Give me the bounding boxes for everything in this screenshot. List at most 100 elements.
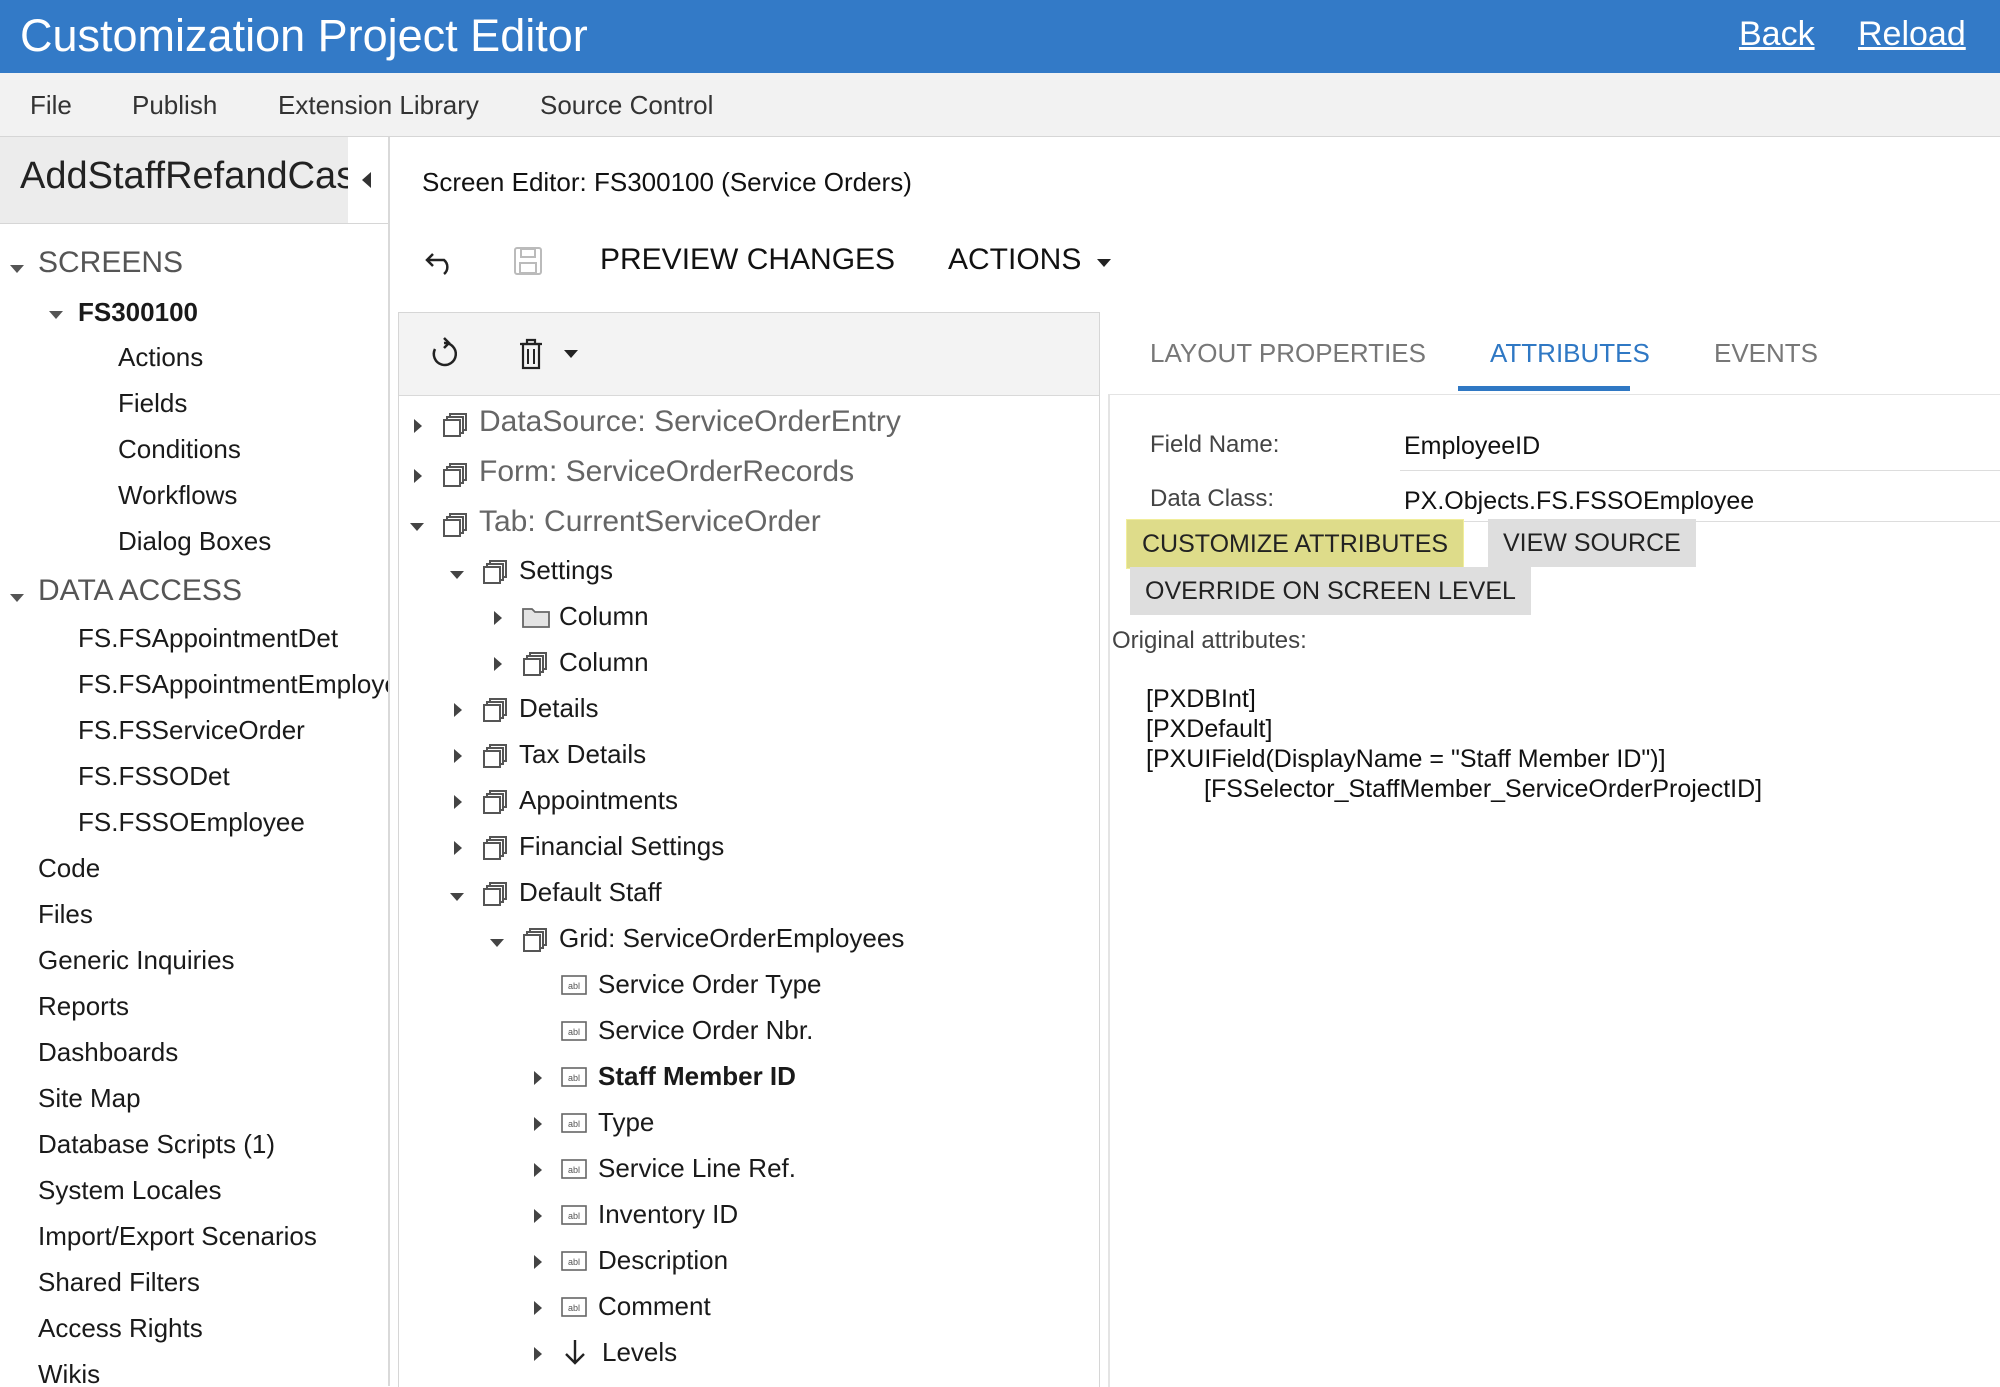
tree-field-service-order-type[interactable]: Service Order Type	[598, 969, 822, 1000]
tab-events[interactable]: EVENTS	[1714, 338, 1818, 369]
expand-arrow-icon[interactable]	[454, 841, 462, 855]
screen-child-actions[interactable]: Actions	[118, 342, 203, 373]
tab-attributes[interactable]: ATTRIBUTES	[1490, 338, 1650, 369]
data-class-value: PX.Objects.FS.FSSOEmployee	[1404, 487, 1755, 515]
nav-item-site-map[interactable]: Site Map	[38, 1083, 141, 1114]
collapse-arrow-icon[interactable]	[490, 939, 504, 947]
save-icon[interactable]	[512, 245, 544, 277]
expand-arrow-icon[interactable]	[534, 1163, 542, 1177]
nav-item-system-locales[interactable]: System Locales	[38, 1175, 222, 1206]
nav-item-files[interactable]: Files	[38, 899, 93, 930]
screen-child-conditions[interactable]: Conditions	[118, 434, 241, 465]
data-access-item[interactable]: FS.FSSODet	[78, 761, 230, 792]
expand-arrow-icon[interactable]	[494, 611, 502, 625]
menu-extension-library[interactable]: Extension Library	[278, 90, 479, 121]
screen-child-dialog-boxes[interactable]: Dialog Boxes	[118, 526, 271, 557]
tree-field-comment[interactable]: Comment	[598, 1291, 711, 1322]
tree-field-inventory-id[interactable]: Inventory ID	[598, 1199, 738, 1230]
actions-button[interactable]: ACTIONS	[948, 243, 1081, 277]
customize-attributes-button[interactable]: CUSTOMIZE ATTRIBUTES	[1126, 519, 1465, 569]
tree-field-levels[interactable]: Levels	[602, 1337, 677, 1368]
expand-arrow-icon[interactable]	[454, 703, 462, 717]
tree-node-financial-settings[interactable]: Financial Settings	[519, 831, 724, 862]
expand-arrow-icon[interactable]	[534, 1347, 542, 1361]
nav-item-generic-inquiries[interactable]: Generic Inquiries	[38, 945, 235, 976]
tree-node-grid[interactable]: Grid: ServiceOrderEmployees	[559, 923, 904, 954]
undo-icon[interactable]	[424, 246, 458, 276]
screen-child-fields[interactable]: Fields	[118, 388, 187, 419]
nav-item-reports[interactable]: Reports	[38, 991, 129, 1022]
node-stack-icon	[481, 696, 509, 724]
screen-child-workflows[interactable]: Workflows	[118, 480, 237, 511]
tree-node-column[interactable]: Column	[559, 647, 649, 678]
collapse-arrow-icon[interactable]	[450, 571, 464, 579]
nav-item-import-export-scenarios[interactable]: Import/Export Scenarios	[38, 1221, 317, 1252]
tree-node-tax-details[interactable]: Tax Details	[519, 739, 646, 770]
tree-node-datasource[interactable]: DataSource: ServiceOrderEntry	[479, 405, 901, 439]
view-source-button[interactable]: VIEW SOURCE	[1488, 519, 1696, 567]
nav-item-code[interactable]: Code	[38, 853, 100, 884]
expand-arrow-icon[interactable]	[534, 1255, 542, 1269]
collapse-arrow-icon[interactable]	[410, 523, 424, 531]
delete-dropdown-icon[interactable]	[564, 350, 578, 358]
tree-field-description[interactable]: Description	[598, 1245, 728, 1276]
actions-dropdown-icon[interactable]	[1097, 259, 1111, 267]
text-field-icon: abl	[561, 1067, 587, 1087]
expand-data-access-icon[interactable]	[10, 594, 24, 602]
tree-field-staff-member-id[interactable]: Staff Member ID	[598, 1061, 796, 1092]
menu-source-control[interactable]: Source Control	[540, 90, 713, 121]
expand-arrow-icon[interactable]	[534, 1117, 542, 1131]
screens-section[interactable]: SCREENS	[38, 246, 183, 280]
collapse-arrow-icon[interactable]	[450, 893, 464, 901]
tree-node-settings[interactable]: Settings	[519, 555, 613, 586]
svg-text:abl: abl	[568, 1073, 580, 1083]
nav-item-dashboards[interactable]: Dashboards	[38, 1037, 178, 1068]
data-access-item[interactable]: FS.FSAppointmentEmployee	[78, 669, 388, 700]
expand-arrow-icon[interactable]	[534, 1071, 542, 1085]
menu-publish[interactable]: Publish	[132, 90, 217, 121]
tree-node-form[interactable]: Form: ServiceOrderRecords	[479, 455, 854, 489]
expand-screens-icon[interactable]	[10, 265, 24, 273]
menu-file[interactable]: File	[30, 90, 72, 121]
reload-link[interactable]: Reload	[1858, 15, 1966, 54]
project-navigation-panel: AddStaffRefandCase SCREENS FS300100 Acti…	[0, 137, 390, 1386]
tree-node-appointments[interactable]: Appointments	[519, 785, 678, 816]
tree-field-service-order-nbr[interactable]: Service Order Nbr.	[598, 1015, 813, 1046]
nav-item-wikis[interactable]: Wikis	[38, 1359, 100, 1386]
data-access-item[interactable]: FS.FSServiceOrder	[78, 715, 305, 746]
tree-node-tab[interactable]: Tab: CurrentServiceOrder	[479, 505, 821, 539]
data-access-item[interactable]: FS.FSAppointmentDet	[78, 623, 338, 654]
override-on-screen-level-button[interactable]: OVERRIDE ON SCREEN LEVEL	[1130, 567, 1531, 615]
tree-field-service-line-ref[interactable]: Service Line Ref.	[598, 1153, 796, 1184]
collapse-panel-button[interactable]	[348, 137, 388, 223]
back-link[interactable]: Back	[1739, 15, 1815, 54]
expand-arrow-icon[interactable]	[414, 419, 422, 433]
refresh-icon[interactable]	[429, 337, 459, 371]
nav-item-access-rights[interactable]: Access Rights	[38, 1313, 203, 1344]
node-stack-icon	[441, 411, 469, 439]
tree-node-column[interactable]: Column	[559, 601, 649, 632]
tree-field-type[interactable]: Type	[598, 1107, 654, 1138]
nav-item-database-scripts[interactable]: Database Scripts (1)	[38, 1129, 275, 1160]
tree-node-details[interactable]: Details	[519, 693, 598, 724]
preview-changes-button[interactable]: PREVIEW CHANGES	[600, 243, 895, 277]
expand-arrow-icon[interactable]	[454, 795, 462, 809]
text-field-icon: abl	[561, 1113, 587, 1133]
data-access-section[interactable]: DATA ACCESS	[38, 574, 242, 608]
expand-arrow-icon[interactable]	[454, 749, 462, 763]
field-name-value: EmployeeID	[1404, 432, 1541, 460]
delete-icon[interactable]	[517, 337, 545, 371]
data-access-item[interactable]: FS.FSSOEmployee	[78, 807, 305, 838]
expand-arrow-icon[interactable]	[414, 469, 422, 483]
expand-arrow-icon[interactable]	[534, 1209, 542, 1223]
tab-layout-properties[interactable]: LAYOUT PROPERTIES	[1150, 338, 1426, 369]
expand-arrow-icon[interactable]	[534, 1301, 542, 1315]
node-stack-icon	[481, 788, 509, 816]
tree-node-default-staff[interactable]: Default Staff	[519, 877, 662, 908]
screen-item-fs300100[interactable]: FS300100	[78, 297, 198, 328]
expand-fs300100-icon[interactable]	[49, 311, 63, 319]
field-name-label: Field Name:	[1150, 431, 1280, 458]
nav-item-shared-filters[interactable]: Shared Filters	[38, 1267, 200, 1298]
expand-arrow-icon[interactable]	[494, 657, 502, 671]
attribute-line: [PXUIField(DisplayName = "Staff Member I…	[1146, 745, 1666, 773]
